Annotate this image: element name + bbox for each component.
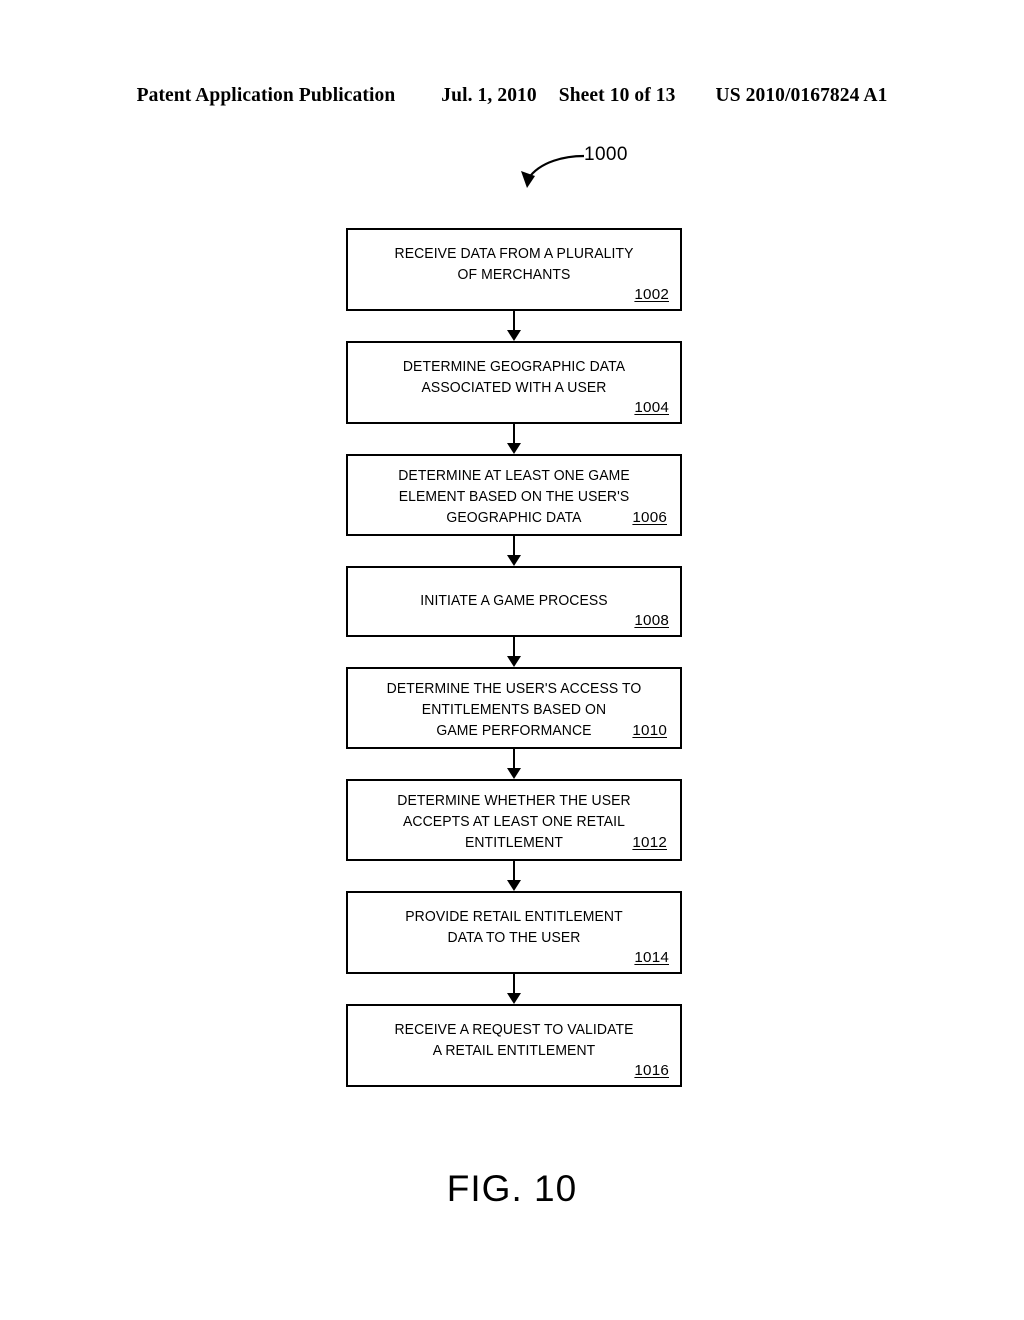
flow-step-text: DETERMINE AT LEAST ONE GAME ELEMENT BASE…: [398, 467, 630, 526]
flow-step-text: RECEIVE A REQUEST TO VALIDATE A RETAIL E…: [394, 1021, 634, 1059]
flow-connector: [346, 311, 682, 341]
flow-step-1002: RECEIVE DATA FROM A PLURALITY OF MERCHAN…: [346, 228, 682, 311]
flow-step-reference-number: 1008: [634, 612, 669, 629]
flow-step-reference-number: 1006: [632, 509, 667, 526]
flow-connector: [346, 749, 682, 779]
figure-lead-label: 1000: [584, 144, 628, 165]
flow-connector: [346, 536, 682, 566]
flow-step-text: PROVIDE RETAIL ENTITLEMENT DATA TO THE U…: [405, 908, 623, 946]
publication-header: Patent Application Publication Jul. 1, 2…: [0, 85, 1024, 107]
down-arrow-icon: [507, 880, 521, 891]
flow-connector: [346, 424, 682, 454]
flow-step-reference-number: 1004: [634, 399, 669, 416]
down-arrow-icon: [507, 555, 521, 566]
flow-step-reference-number: 1010: [632, 722, 667, 739]
flowchart: RECEIVE DATA FROM A PLURALITY OF MERCHAN…: [346, 228, 682, 1087]
flow-step-text: DETERMINE WHETHER THE USER ACCEPTS AT LE…: [397, 792, 631, 851]
flow-step-1006: DETERMINE AT LEAST ONE GAME ELEMENT BASE…: [346, 454, 682, 536]
flow-connector: [346, 861, 682, 891]
flow-step-text: RECEIVE DATA FROM A PLURALITY OF MERCHAN…: [394, 245, 634, 283]
down-arrow-icon: [507, 330, 521, 341]
flow-step-1014: PROVIDE RETAIL ENTITLEMENT DATA TO THE U…: [346, 891, 682, 974]
flow-step-reference-number: 1014: [634, 949, 669, 966]
flow-step-1016: RECEIVE A REQUEST TO VALIDATE A RETAIL E…: [346, 1004, 682, 1087]
flow-step-1012: DETERMINE WHETHER THE USER ACCEPTS AT LE…: [346, 779, 682, 861]
flow-step-reference-number: 1002: [634, 286, 669, 303]
flow-step-reference-number: 1012: [632, 834, 667, 851]
header-publication-number: US 2010/0167824 A1: [715, 85, 888, 106]
flow-connector: [346, 637, 682, 667]
header-date: Jul. 1, 2010: [441, 85, 537, 106]
down-arrow-icon: [507, 443, 521, 454]
flow-connector: [346, 974, 682, 1004]
flow-step-text: DETERMINE THE USER'S ACCESS TO ENTITLEME…: [386, 680, 642, 739]
header-title: Patent Application Publication: [136, 85, 396, 106]
flow-step-reference-number: 1016: [634, 1062, 669, 1079]
down-arrow-icon: [507, 993, 521, 1004]
flow-step-1010: DETERMINE THE USER'S ACCESS TO ENTITLEME…: [346, 667, 682, 749]
down-arrow-icon: [507, 656, 521, 667]
down-arrow-icon: [507, 768, 521, 779]
flow-step-1004: DETERMINE GEOGRAPHIC DATA ASSOCIATED WIT…: [346, 341, 682, 424]
header-sheet-number: Sheet 10 of 13: [558, 85, 676, 106]
figure-caption: FIG. 10: [446, 1168, 578, 1209]
flow-step-text: INITIATE A GAME PROCESS: [420, 592, 608, 609]
flow-step-1008: INITIATE A GAME PROCESS 1008: [346, 566, 682, 637]
flow-step-text: DETERMINE GEOGRAPHIC DATA ASSOCIATED WIT…: [402, 358, 626, 396]
